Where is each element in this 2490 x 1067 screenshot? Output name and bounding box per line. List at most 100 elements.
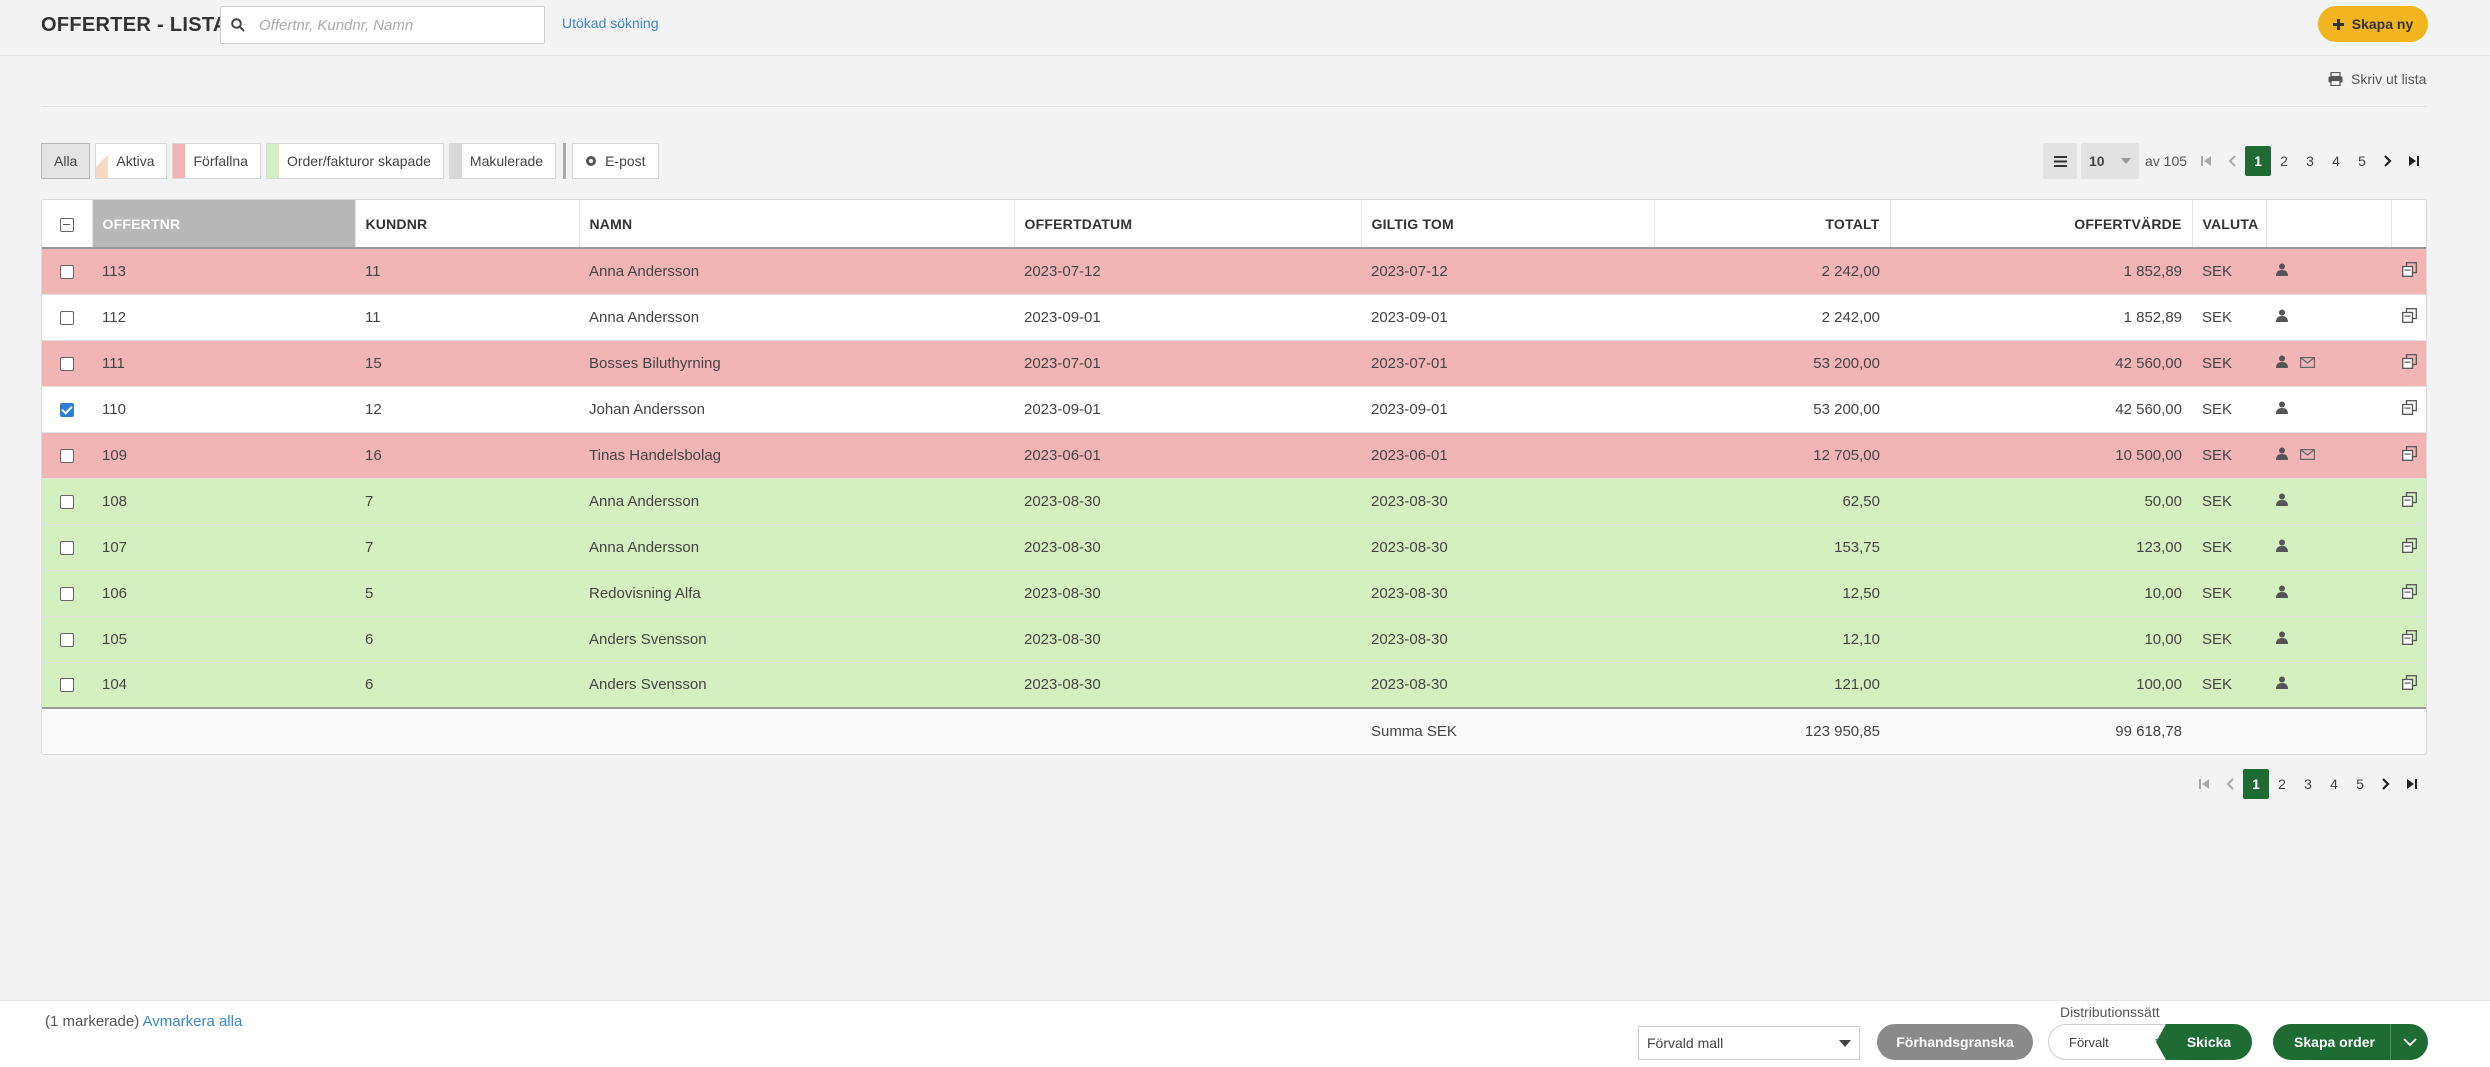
table-row[interactable]: 104 6 Anders Svensson 2023-08-30 2023-08-30 1…	[42, 662, 2426, 709]
row-checkbox[interactable]	[60, 540, 74, 555]
copy-button[interactable]	[2402, 629, 2417, 649]
filter-email[interactable]: E-post	[572, 143, 659, 179]
col-valuta[interactable]: VALUTA	[2192, 200, 2267, 249]
table-row[interactable]: 112 11 Anna Andersson 2023-09-01 2023-09-01 2…	[42, 294, 2426, 341]
col-offertdatum[interactable]: OFFERTDATUM	[1014, 200, 1362, 249]
customer-button[interactable]	[2276, 493, 2288, 510]
page-1-bottom[interactable]: 1	[2243, 769, 2269, 799]
customer-button[interactable]	[2276, 355, 2288, 372]
advanced-search-link[interactable]: Utökad sökning	[562, 15, 659, 31]
print-list-link[interactable]: Skriv ut lista	[2328, 71, 2426, 87]
copy-button[interactable]	[2402, 491, 2417, 511]
copy-button[interactable]	[2402, 307, 2417, 327]
create-new-button[interactable]: Skapa ny	[2318, 6, 2428, 42]
copy-button[interactable]	[2402, 353, 2417, 373]
customer-button[interactable]	[2276, 309, 2288, 326]
table-row[interactable]: 108 7 Anna Andersson 2023-08-30 2023-08-30 62…	[42, 478, 2426, 525]
col-namn[interactable]: NAMN	[579, 200, 1015, 249]
row-checkbox[interactable]	[60, 494, 74, 509]
cell-copy	[2391, 524, 2426, 571]
table-row[interactable]: 105 6 Anders Svensson 2023-08-30 2023-08-30 1…	[42, 616, 2426, 663]
search-box[interactable]	[220, 6, 545, 44]
page-4[interactable]: 4	[2323, 146, 2349, 176]
row-checkbox-cell[interactable]	[42, 248, 92, 295]
column-settings-button[interactable]	[2043, 143, 2077, 179]
create-order-menu-toggle[interactable]	[2390, 1024, 2428, 1060]
table-row[interactable]: 111 15 Bosses Biluthyrning 2023-07-01 2023-0…	[42, 340, 2426, 387]
row-checkbox-cell[interactable]	[42, 294, 92, 341]
row-checkbox[interactable]	[60, 678, 74, 693]
customer-button[interactable]	[2276, 263, 2288, 280]
page-5-bottom[interactable]: 5	[2347, 769, 2373, 799]
row-checkbox-cell[interactable]	[42, 478, 92, 525]
row-checkbox[interactable]	[60, 402, 74, 417]
last-page-button[interactable]	[2401, 146, 2427, 176]
row-checkbox-cell[interactable]	[42, 616, 92, 663]
create-order-button[interactable]: Skapa order	[2273, 1024, 2428, 1060]
copy-button[interactable]	[2402, 583, 2417, 603]
table-row[interactable]: 109 16 Tinas Handelsbolag 2023-06-01 2023-06…	[42, 432, 2426, 479]
last-page-button-bottom[interactable]	[2399, 769, 2425, 799]
page-size-select[interactable]: 10	[2081, 143, 2139, 179]
deselect-all-link[interactable]: Avmarkera alla	[143, 1013, 243, 1030]
col-kundnr[interactable]: KUNDNR	[355, 200, 580, 249]
first-page-button-bottom[interactable]	[2191, 769, 2217, 799]
table-row[interactable]: 113 11 Anna Andersson 2023-07-12 2023-07-12 2…	[42, 248, 2426, 295]
row-checkbox[interactable]	[60, 632, 74, 647]
row-checkbox-cell[interactable]	[42, 340, 92, 387]
row-checkbox[interactable]	[60, 356, 74, 371]
copy-button[interactable]	[2402, 445, 2417, 465]
page-3-bottom[interactable]: 3	[2295, 769, 2321, 799]
template-select[interactable]: Förvald mall	[1638, 1026, 1860, 1060]
copy-button[interactable]	[2402, 399, 2417, 419]
page-1[interactable]: 1	[2245, 146, 2272, 176]
table-row[interactable]: 110 12 Johan Andersson 2023-09-01 2023-09-01…	[42, 386, 2426, 433]
next-page-button[interactable]	[2375, 146, 2401, 176]
customer-button[interactable]	[2276, 447, 2288, 464]
row-checkbox[interactable]	[60, 586, 74, 601]
row-checkbox[interactable]	[60, 264, 74, 279]
select-all-checkbox[interactable]	[59, 217, 74, 232]
row-checkbox-cell[interactable]	[42, 432, 92, 479]
search-input[interactable]	[259, 16, 529, 34]
page-3[interactable]: 3	[2297, 146, 2323, 176]
customer-button[interactable]	[2276, 585, 2288, 602]
first-page-button[interactable]	[2193, 146, 2219, 176]
customer-button[interactable]	[2276, 631, 2288, 648]
page-2[interactable]: 2	[2271, 146, 2297, 176]
table-row[interactable]: 106 5 Redovisning Alfa 2023-08-30 2023-08-30…	[42, 570, 2426, 617]
prev-page-button-bottom[interactable]	[2217, 769, 2243, 799]
next-page-button-bottom[interactable]	[2373, 769, 2399, 799]
send-button[interactable]: Skicka	[2156, 1024, 2252, 1060]
customer-button[interactable]	[2276, 539, 2288, 556]
customer-button[interactable]	[2276, 676, 2288, 693]
col-giltig-tom[interactable]: GILTIG TOM	[1361, 200, 1655, 249]
row-checkbox[interactable]	[60, 310, 74, 325]
filter-all[interactable]: Alla	[41, 143, 91, 179]
email-sent-indicator[interactable]	[2300, 447, 2316, 464]
col-totalt[interactable]: TOTALT	[1654, 200, 1891, 249]
preview-button[interactable]: Förhandsgranska	[1877, 1024, 2033, 1060]
row-checkbox-cell[interactable]	[42, 524, 92, 571]
table-row[interactable]: 107 7 Anna Andersson 2023-08-30 2023-08-30 15…	[42, 524, 2426, 571]
filter-overdue[interactable]: Förfallna	[172, 143, 261, 179]
page-5[interactable]: 5	[2349, 146, 2375, 176]
col-offertvarde[interactable]: OFFERTVÄRDE	[1890, 200, 2193, 249]
row-checkbox-cell[interactable]	[42, 386, 92, 433]
email-sent-indicator[interactable]	[2300, 355, 2316, 372]
col-offertnr[interactable]: OFFERTNR	[92, 200, 356, 249]
copy-button[interactable]	[2402, 675, 2417, 694]
row-checkbox[interactable]	[60, 448, 74, 463]
copy-button[interactable]	[2402, 261, 2417, 281]
row-checkbox-cell[interactable]	[42, 570, 92, 617]
copy-button[interactable]	[2402, 537, 2417, 557]
filter-voided[interactable]: Makulerade	[448, 143, 557, 179]
filter-created[interactable]: Order/fakturor skapade	[265, 143, 444, 179]
prev-page-button[interactable]	[2219, 146, 2245, 176]
row-checkbox-cell[interactable]	[42, 662, 92, 709]
page-4-bottom[interactable]: 4	[2321, 769, 2347, 799]
customer-button[interactable]	[2276, 401, 2288, 418]
filter-active[interactable]: Aktiva	[95, 143, 168, 179]
select-all-checkbox-cell[interactable]	[42, 200, 93, 249]
page-2-bottom[interactable]: 2	[2269, 769, 2295, 799]
